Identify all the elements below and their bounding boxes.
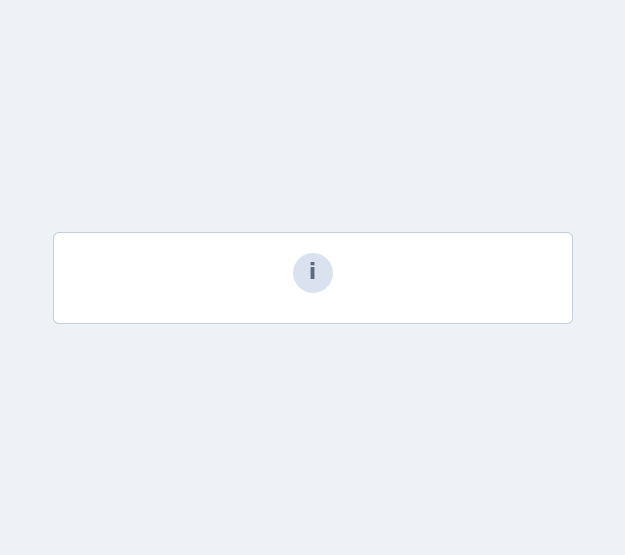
missing-screenshot-notice: i	[52, 231, 573, 324]
info-icon: i	[292, 252, 333, 293]
